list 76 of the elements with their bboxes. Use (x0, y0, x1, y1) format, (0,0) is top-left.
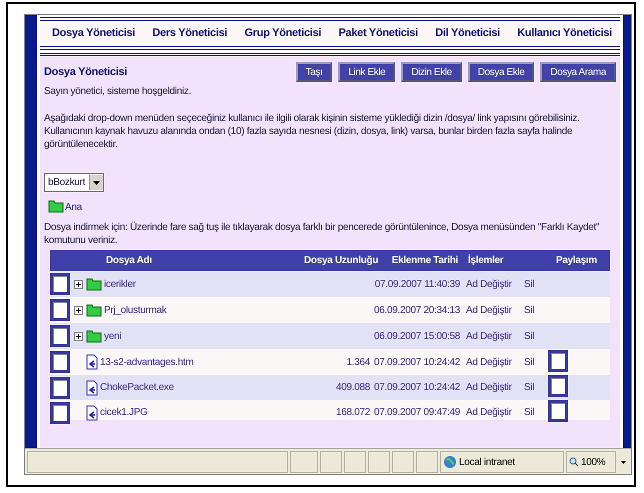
expand-icon[interactable] (74, 332, 83, 340)
column-header: Paylaşım (555, 255, 598, 266)
file-name-link[interactable]: icerikler (104, 278, 136, 290)
action-button[interactable]: Dosya Arama (540, 62, 616, 82)
date-text: 06.09.2007 20:34:13 (374, 304, 462, 316)
select-checkbox[interactable] (50, 402, 70, 424)
delete-link[interactable]: Sil (524, 407, 548, 418)
panel-title: Dosya Yöneticisi (44, 66, 128, 78)
folder-icon (86, 303, 102, 317)
folder-icon (86, 277, 102, 291)
status-pane (320, 451, 342, 473)
share-checkbox[interactable] (548, 400, 568, 422)
select-checkbox[interactable] (50, 273, 70, 295)
nav-link[interactable]: Grup Yöneticisi (244, 27, 322, 39)
rename-link[interactable]: Ad Değiştir (466, 278, 524, 290)
status-pane (368, 451, 390, 473)
shortcut-file-icon (86, 354, 98, 370)
rename-link[interactable]: Ad Değiştir (466, 304, 524, 316)
nav-link[interactable]: Dosya Yöneticisi (52, 27, 136, 39)
expand-icon[interactable] (74, 306, 83, 314)
date-text: 06.09.2007 15:00:58 (374, 330, 462, 342)
dropdown-arrow-icon[interactable] (621, 460, 626, 464)
download-note: Dosya indirmek için: Üzerinde fare sağ tuş ile tıklayarak dosya farklı bir pencerede görüntülenince, Dosya menüsünden "Farklı Kaydet" komutunu veriniz. (44, 221, 600, 247)
date-text: 07.09.2007 11:40:39 (374, 278, 461, 290)
share-checkbox[interactable] (548, 375, 568, 397)
file-name-link[interactable]: yeni (104, 330, 122, 342)
action-button[interactable]: Link Ekle (338, 62, 396, 82)
file-name-link[interactable]: Prj_olusturmak (104, 304, 166, 316)
folder-icon (86, 329, 102, 343)
status-pane (344, 451, 366, 473)
globe-icon (443, 455, 457, 469)
date-text: 07.09.2007 10:24:42 (374, 382, 462, 393)
rename-link[interactable]: Ad Değiştir (466, 356, 524, 368)
welcome-text: Sayın yönetici, sisteme hoşgeldiniz. (44, 85, 192, 98)
nav-link[interactable]: Dil Yöneticisi (435, 27, 500, 39)
delete-link[interactable]: Sil (524, 382, 548, 393)
column-header: İşlemler (467, 255, 504, 266)
column-header: Dosya Adı (105, 255, 153, 266)
file-size: 1.364 (345, 356, 371, 368)
file-name-link[interactable]: ChokePacket.exe (100, 382, 174, 393)
action-button[interactable]: Dosya Ekle (468, 62, 534, 82)
intro-text: Aşağıdaki drop-down menüden seçeceğiniz kullanıcı ile ilgili olarak kişinin sisteme yüklediği dizin /dosya/ link yapısını görebilisiniz. Kullanıcının kaynak havuzu alanında ondan (10) fazla sayıda nesnesi (dizin, dosya, link) varsa, bunlar birden fazla sayfa halinde görüntülenecektir. (44, 112, 581, 151)
delete-link[interactable]: Sil (524, 304, 548, 316)
nav-link[interactable]: Kullanıcı Yöneticisi (517, 27, 612, 39)
select-checkbox[interactable] (50, 325, 70, 347)
action-button[interactable]: Taşı (296, 62, 332, 82)
zoom-icon (569, 457, 579, 467)
user-select[interactable]: bBozkurt (44, 173, 104, 192)
delete-link[interactable]: Sil (524, 330, 548, 342)
file-name-link[interactable]: 13-s2-advantages.htm (100, 356, 194, 368)
shortcut-file-icon (86, 380, 98, 396)
zone-text: Local intranet (459, 456, 515, 468)
select-checkbox[interactable] (50, 299, 70, 321)
date-text: 07.09.2007 09:47:49 (374, 407, 462, 418)
status-pane (290, 451, 318, 473)
nav-link[interactable]: Paket Yöneticisi (338, 27, 418, 39)
select-checkbox[interactable] (50, 351, 70, 373)
date-text: 07.09.2007 10:24:42 (374, 356, 462, 368)
root-link[interactable]: Ana (65, 202, 82, 213)
status-pane (416, 451, 438, 473)
action-button[interactable]: Dizin Ekle (401, 62, 462, 82)
folder-icon (48, 199, 64, 213)
delete-link[interactable]: Sil (524, 356, 548, 368)
nav-link[interactable]: Ders Yöneticisi (152, 27, 228, 39)
file-size: 409.088 (334, 382, 371, 393)
dropdown-arrow-icon (93, 180, 100, 184)
status-pane (392, 451, 414, 473)
select-checkbox[interactable] (50, 376, 70, 398)
rename-link[interactable]: Ad Değiştir (466, 330, 524, 342)
rename-link[interactable]: Ad Değiştir (466, 407, 524, 418)
delete-link[interactable]: Sil (524, 278, 548, 290)
file-size: 168.072 (334, 407, 371, 418)
expand-icon[interactable] (74, 280, 83, 288)
rename-link[interactable]: Ad Değiştir (466, 382, 524, 393)
file-name-link[interactable]: cicek1.JPG (100, 407, 148, 418)
share-checkbox[interactable] (548, 350, 568, 372)
